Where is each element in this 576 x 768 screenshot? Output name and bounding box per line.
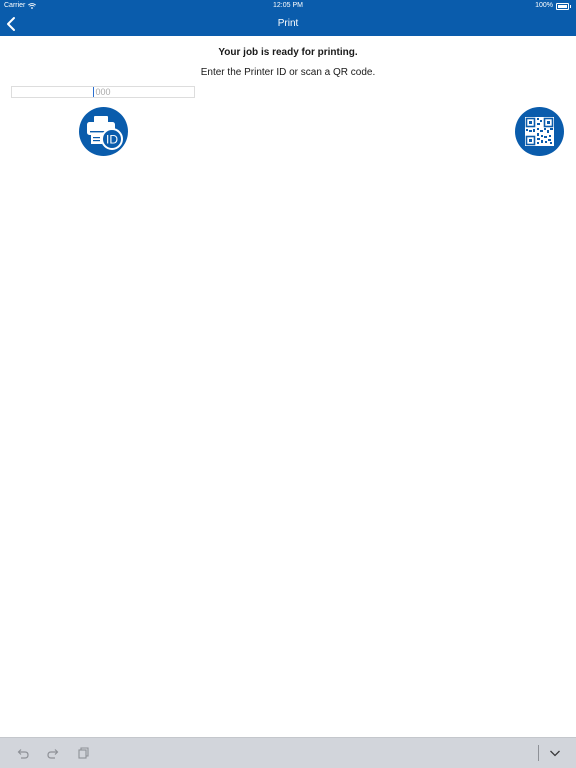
undo-icon <box>17 749 29 759</box>
printer-id-icon: ID <box>87 116 123 150</box>
page-title: Print <box>277 18 299 29</box>
paste-icon <box>78 747 89 759</box>
redo-button[interactable] <box>46 746 60 760</box>
battery-label: 100% <box>535 2 553 9</box>
status-time: 12:05 PM <box>273 2 303 9</box>
print-screen: Carrier 12:05 PM 100% Print Your job is … <box>0 0 576 768</box>
paste-button[interactable] <box>76 746 90 760</box>
qr-code-icon <box>525 117 554 146</box>
battery-nub <box>570 4 571 8</box>
top-bar: Carrier 12:05 PM 100% Print <box>0 0 576 36</box>
battery-fill <box>558 4 567 8</box>
svg-text:ID: ID <box>106 133 118 147</box>
instruction-text: Enter the Printer ID or scan a QR code. <box>200 67 376 78</box>
text-cursor <box>93 87 94 97</box>
printer-id-input[interactable] <box>11 86 195 98</box>
dismiss-keyboard-button[interactable] <box>548 746 562 760</box>
redo-icon <box>47 749 59 759</box>
keyboard-shortcut-bar <box>0 737 576 768</box>
status-battery: 100% <box>535 2 571 10</box>
printer-id-button[interactable]: ID <box>79 107 128 156</box>
scan-qr-button[interactable] <box>515 107 564 156</box>
chevron-down-icon <box>550 750 560 757</box>
toolbar-divider <box>538 745 539 761</box>
battery-icon <box>556 2 569 10</box>
undo-button[interactable] <box>16 746 30 760</box>
ready-headline: Your job is ready for printing. <box>218 47 358 58</box>
